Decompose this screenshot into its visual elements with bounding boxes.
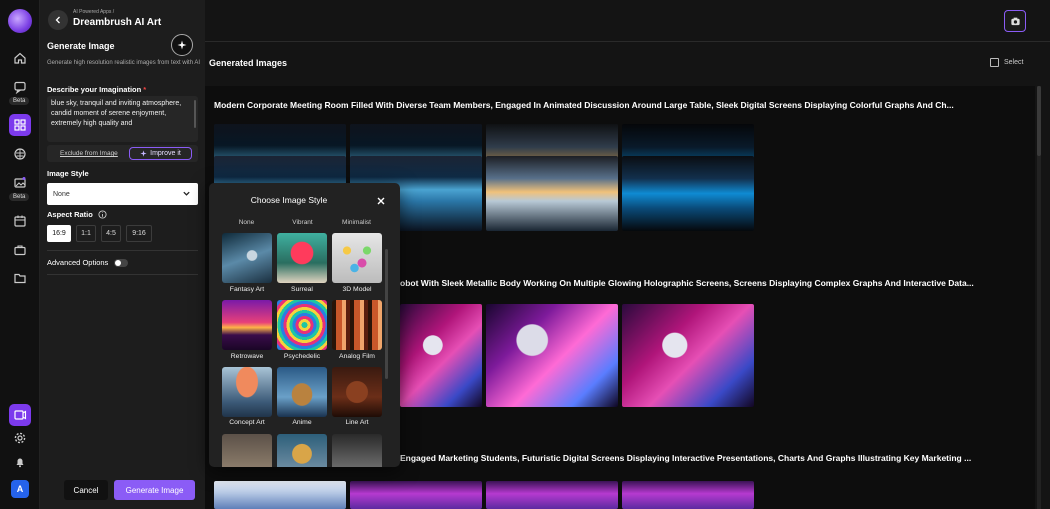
top-bar xyxy=(205,0,1050,42)
improve-it-button[interactable]: Improve it xyxy=(129,147,192,160)
settings-icon[interactable] xyxy=(9,427,31,449)
style-option-vibrant[interactable]: Vibrant xyxy=(275,219,330,226)
ratio-16-9[interactable]: 16:9 xyxy=(47,225,71,242)
style-tile[interactable] xyxy=(277,434,327,467)
style-tile-psychedelic[interactable] xyxy=(277,300,327,350)
style-tile-3d-model[interactable] xyxy=(332,233,382,283)
beta-badge: Beta xyxy=(9,97,30,105)
style-label: Concept Art xyxy=(229,419,265,426)
generated-image[interactable] xyxy=(486,156,618,231)
prompt-textarea[interactable]: blue sky, tranquil and inviting atmosphe… xyxy=(47,96,198,142)
section-description: Generate high resolution realistic image… xyxy=(47,60,201,66)
icon-rail: Beta Beta A xyxy=(0,0,40,509)
beta-badge: Beta xyxy=(9,193,30,201)
generated-image[interactable] xyxy=(486,481,618,509)
style-label: Surreal xyxy=(291,286,313,293)
camera-icon[interactable] xyxy=(1004,10,1026,32)
describe-label: Describe your Imagination * xyxy=(47,85,147,94)
modal-scrollbar[interactable] xyxy=(385,249,388,379)
sparkle-icon xyxy=(171,34,193,56)
style-tile-line-art[interactable] xyxy=(332,367,382,417)
ratio-4-5[interactable]: 4:5 xyxy=(101,225,121,242)
advanced-options-row: Advanced Options xyxy=(47,258,129,267)
generated-image[interactable] xyxy=(214,481,346,509)
folder-icon[interactable] xyxy=(9,267,31,289)
generated-image[interactable] xyxy=(400,304,482,407)
image-style-select[interactable]: None xyxy=(47,183,198,205)
style-option-minimalist[interactable]: Minimalist xyxy=(329,219,384,226)
image-style-value: None xyxy=(53,190,70,198)
generated-image[interactable] xyxy=(486,304,618,407)
row-title: obot With Sleek Metallic Body Working On… xyxy=(400,278,974,288)
cancel-button[interactable]: Cancel xyxy=(64,480,108,500)
generated-images-title: Generated Images xyxy=(209,58,288,68)
row-title: Engaged Marketing Students, Futuristic D… xyxy=(400,453,972,463)
generate-image-button[interactable]: Generate Image xyxy=(114,480,195,500)
style-label: Retrowave xyxy=(230,353,264,360)
divider xyxy=(47,274,198,275)
style-tile[interactable] xyxy=(222,434,272,467)
style-tile-fantasy-art[interactable] xyxy=(222,233,272,283)
aspect-ratio-label: Aspect Ratio xyxy=(47,210,107,219)
app-logo[interactable] xyxy=(8,9,32,33)
ratio-1-1[interactable]: 1:1 xyxy=(76,225,96,242)
prompt-scrollbar[interactable] xyxy=(194,100,196,128)
style-tile[interactable] xyxy=(332,434,382,467)
style-label: 3D Model xyxy=(342,286,372,293)
gallery-scrollbar-thumb[interactable] xyxy=(1037,86,1041,156)
aspect-ratio-options: 16:9 1:1 4:5 9:16 xyxy=(47,225,152,242)
style-label: Anime xyxy=(292,419,312,426)
section-title: Generate Image xyxy=(47,41,115,51)
chevron-down-icon xyxy=(183,191,190,196)
style-tile-analog-film[interactable] xyxy=(332,300,382,350)
apps-grid-icon[interactable] xyxy=(9,114,31,136)
style-label: Fantasy Art xyxy=(229,286,265,293)
style-label: Analog Film xyxy=(339,353,375,360)
briefcase-icon[interactable] xyxy=(9,239,31,261)
dreambrush-app: Beta Beta A AI Powered Apps / Dreambrush… xyxy=(0,0,1050,509)
user-avatar[interactable]: A xyxy=(11,480,29,498)
exclude-from-image-link[interactable]: Exclude from Image xyxy=(60,150,118,157)
select-all-control[interactable]: Select xyxy=(990,58,1023,67)
modal-title: Choose Image Style xyxy=(250,195,328,205)
style-tile-anime[interactable] xyxy=(277,367,327,417)
gallery-scrollbar[interactable] xyxy=(1037,86,1041,509)
back-button[interactable] xyxy=(48,10,68,30)
ratio-9-16[interactable]: 9:16 xyxy=(126,225,152,242)
image-tool-icon[interactable] xyxy=(9,172,31,194)
breadcrumb[interactable]: AI Powered Apps / xyxy=(73,9,114,15)
advanced-options-toggle[interactable] xyxy=(114,258,129,267)
chat-icon[interactable] xyxy=(9,76,31,98)
style-tile-surreal[interactable] xyxy=(277,233,327,283)
advanced-options-label: Advanced Options xyxy=(47,258,109,267)
calendar-add-icon[interactable] xyxy=(9,210,31,232)
info-icon xyxy=(98,210,107,219)
close-icon[interactable] xyxy=(372,192,390,210)
sparkle-icon xyxy=(140,150,147,157)
app-title: Dreambrush AI Art xyxy=(73,17,162,28)
generated-image[interactable] xyxy=(622,304,754,407)
feedback-icon[interactable] xyxy=(9,404,31,426)
prompt-text[interactable]: blue sky, tranquil and inviting atmosphe… xyxy=(51,100,181,127)
select-checkbox[interactable] xyxy=(990,58,999,67)
brain-icon[interactable] xyxy=(9,143,31,165)
generated-image[interactable] xyxy=(622,156,754,231)
style-tile-concept-art[interactable] xyxy=(222,367,272,417)
image-style-label: Image Style xyxy=(47,169,89,178)
style-option-none[interactable]: None xyxy=(219,219,274,226)
choose-image-style-modal: Choose Image Style None Vibrant Minimali… xyxy=(209,183,400,467)
select-label: Select xyxy=(1004,59,1024,66)
generated-image[interactable] xyxy=(622,481,754,509)
chevron-left-icon xyxy=(55,16,60,24)
row-title: Modern Corporate Meeting Room Filled Wit… xyxy=(214,100,954,110)
style-tile-retrowave[interactable] xyxy=(222,300,272,350)
divider xyxy=(47,250,198,251)
style-label: Line Art xyxy=(345,419,369,426)
generated-image[interactable] xyxy=(350,481,482,509)
generate-panel: AI Powered Apps / Dreambrush AI Art Gene… xyxy=(40,0,205,509)
bell-icon[interactable] xyxy=(9,451,31,473)
style-label: Psychedelic xyxy=(283,353,321,360)
home-icon[interactable] xyxy=(9,47,31,69)
